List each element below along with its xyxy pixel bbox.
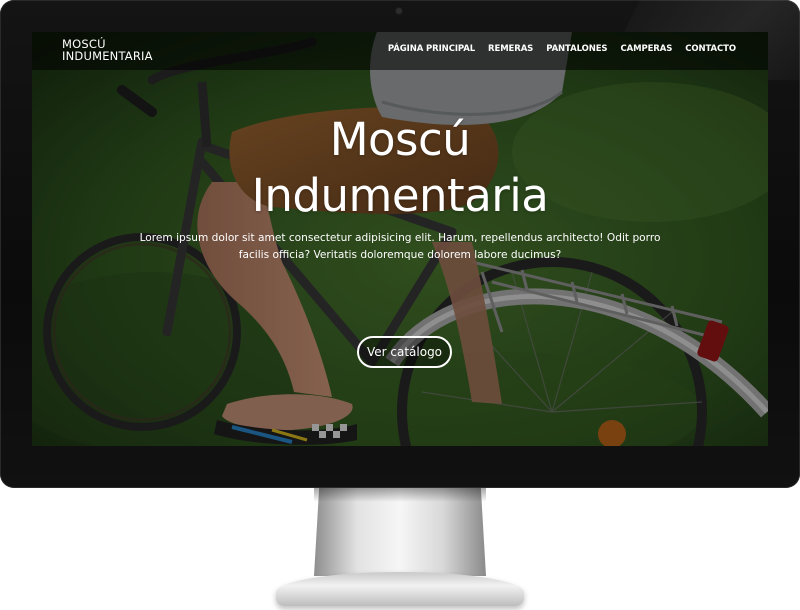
- top-navbar: MOSCÚ INDUMENTARIA PÁGINA PRINCIPAL REME…: [32, 32, 768, 70]
- brand-line-2: INDUMENTARIA: [62, 49, 153, 63]
- nav-link-contacto[interactable]: CONTACTO: [685, 44, 736, 54]
- nav-link-pagina-principal[interactable]: PÁGINA PRINCIPAL: [388, 44, 475, 54]
- monitor-mockup: MOSCÚ INDUMENTARIA PÁGINA PRINCIPAL REME…: [0, 0, 800, 610]
- nav-link-pantalones[interactable]: PANTALONES: [546, 44, 607, 54]
- nav-menu: PÁGINA PRINCIPAL REMERAS PANTALONES CAMP…: [388, 44, 736, 54]
- view-catalog-button[interactable]: Ver catálogo: [357, 336, 452, 368]
- hero-title: Moscú Indumentaria: [32, 112, 768, 224]
- website-screen: MOSCÚ INDUMENTARIA PÁGINA PRINCIPAL REME…: [32, 32, 768, 446]
- hero-title-line-2: Indumentaria: [251, 169, 549, 222]
- hero-title-line-1: Moscú: [329, 113, 471, 166]
- nav-link-remeras[interactable]: REMERAS: [488, 44, 533, 54]
- hero-description: Lorem ipsum dolor sit amet consectetur a…: [139, 232, 661, 261]
- monitor-stand-base: [276, 572, 524, 606]
- stand-shadow: [314, 488, 486, 502]
- brand-logo[interactable]: MOSCÚ INDUMENTARIA: [62, 38, 153, 62]
- nav-link-camperas[interactable]: CAMPERAS: [620, 44, 672, 54]
- webcam-icon: [396, 8, 402, 14]
